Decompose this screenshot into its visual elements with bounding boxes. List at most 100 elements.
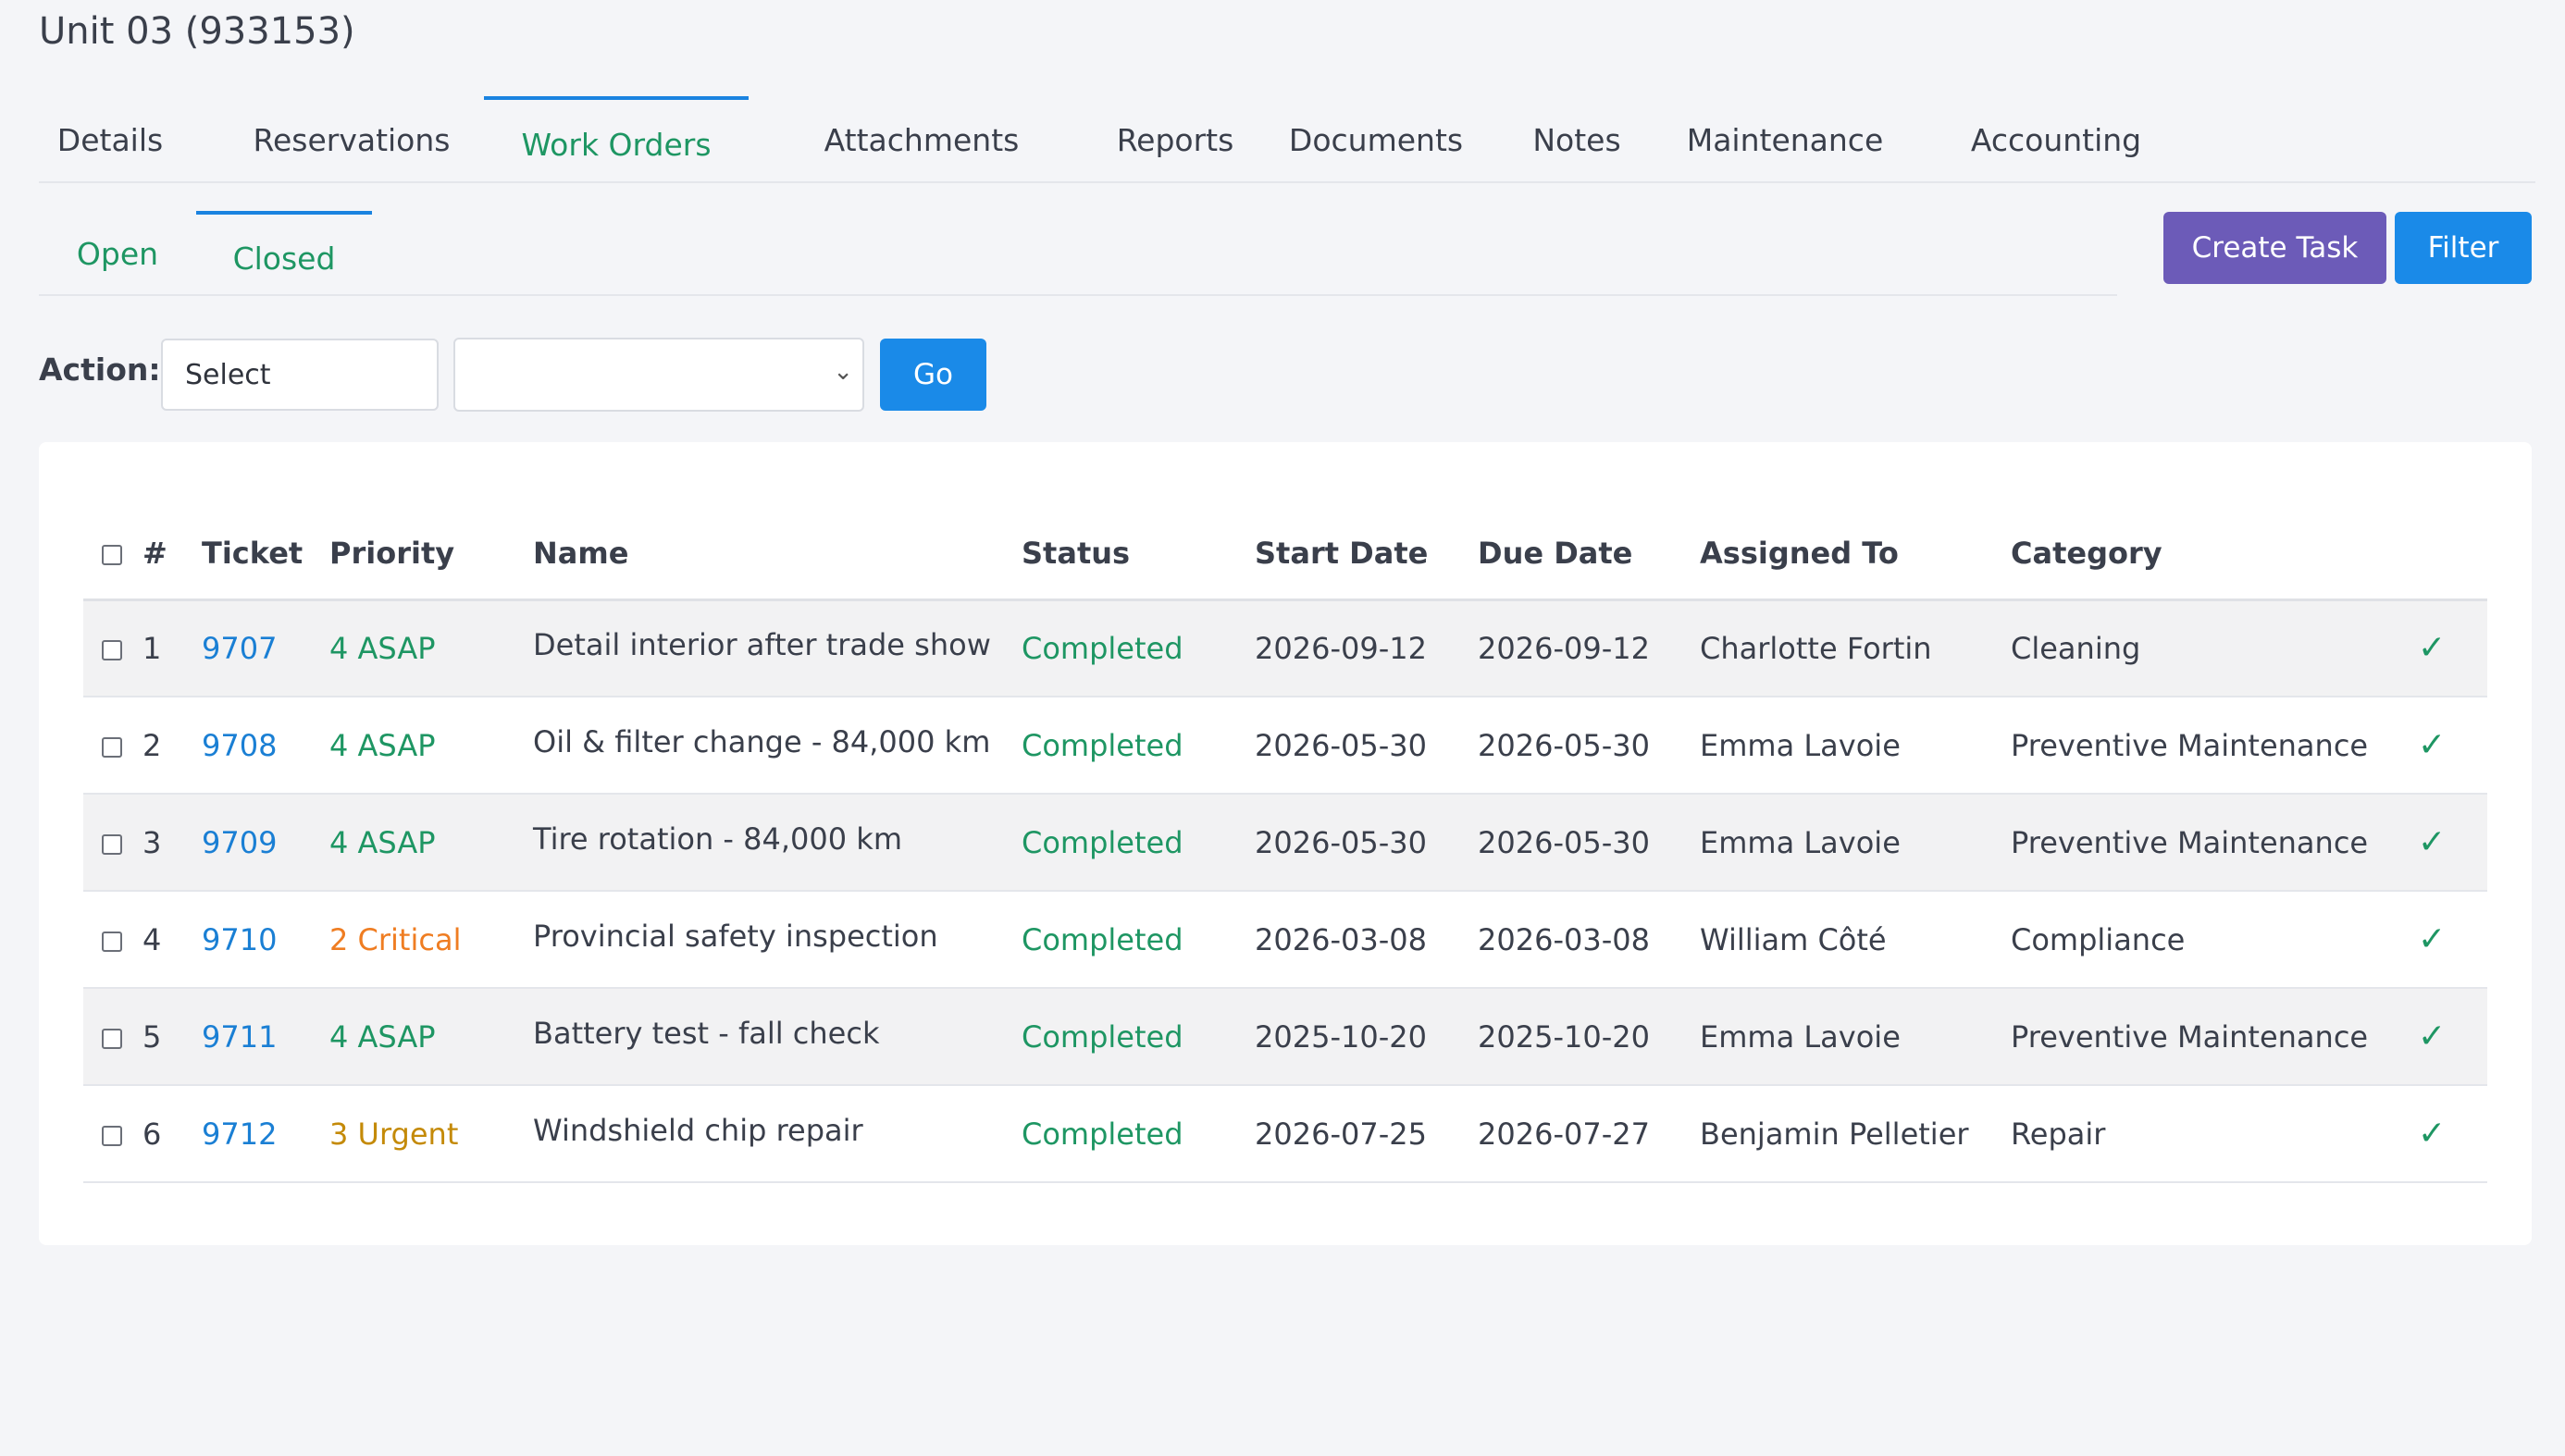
name-cell-td: Detail interior after trade show bbox=[533, 599, 1022, 697]
name-cell: Battery test - fall check bbox=[533, 1015, 880, 1051]
table-row[interactable]: 1 9707 4 ASAP Detail interior after trad… bbox=[83, 599, 2487, 697]
col-status-header[interactable]: Status bbox=[1022, 509, 1255, 601]
row-checkbox[interactable] bbox=[102, 833, 122, 855]
start-date-cell: 2025-10-20 bbox=[1255, 988, 1478, 1086]
due-date-cell: 2026-05-30 bbox=[1478, 697, 1700, 795]
chevron-down-icon: ⌄ bbox=[833, 358, 853, 386]
tab-notes[interactable]: Notes bbox=[1495, 96, 1658, 183]
tab-details[interactable]: Details bbox=[39, 96, 181, 183]
priority-cell: 3 Urgent bbox=[329, 1085, 533, 1183]
tab-reports[interactable]: Reports bbox=[1083, 96, 1268, 183]
category-cell: Cleaning bbox=[2011, 599, 2418, 697]
row-checkbox[interactable] bbox=[102, 931, 122, 952]
start-date-cell: 2026-03-08 bbox=[1255, 891, 1478, 989]
select-all-checkbox[interactable] bbox=[102, 545, 122, 566]
check-icon: ✓ bbox=[2418, 1115, 2447, 1153]
table-row[interactable]: 2 9708 4 ASAP Oil & filter change - 84,0… bbox=[83, 697, 2487, 795]
row-select-cell bbox=[83, 1085, 142, 1183]
ticket-link[interactable]: 9711 bbox=[202, 988, 329, 1086]
table-header-row: # Ticket Priority Name Status Start Date… bbox=[83, 509, 2487, 601]
table-row[interactable]: 5 9711 4 ASAP Battery test - fall check … bbox=[83, 988, 2487, 1086]
row-checkbox[interactable] bbox=[102, 736, 122, 758]
row-num: 4 bbox=[142, 891, 202, 989]
ticket-link[interactable]: 9708 bbox=[202, 697, 329, 795]
priority-cell: 4 ASAP bbox=[329, 599, 533, 697]
check-icon: ✓ bbox=[2418, 920, 2447, 958]
ticket-link[interactable]: 9712 bbox=[202, 1085, 329, 1183]
col-priority-header[interactable]: Priority bbox=[329, 509, 533, 601]
name-cell: Tire rotation - 84,000 km bbox=[533, 821, 902, 857]
status-cell: Completed bbox=[1022, 1085, 1255, 1183]
priority-cell: 4 ASAP bbox=[329, 794, 533, 892]
col-action-header bbox=[2418, 509, 2487, 601]
status-cell: Completed bbox=[1022, 697, 1255, 795]
assigned-cell: William Côté bbox=[1700, 891, 2011, 989]
col-assigned-header[interactable]: Assigned To bbox=[1700, 509, 2011, 601]
tab-maintenance[interactable]: Maintenance bbox=[1642, 96, 1928, 183]
name-cell: Windshield chip repair bbox=[533, 1112, 863, 1148]
check-cell: ✓ bbox=[2418, 1085, 2487, 1183]
row-num: 6 bbox=[142, 1085, 202, 1183]
main-tab-bar: Details Reservations Work Orders Attachm… bbox=[39, 96, 2535, 183]
row-checkbox[interactable] bbox=[102, 1125, 122, 1146]
name-cell-td: Oil & filter change - 84,000 km bbox=[533, 697, 1022, 795]
col-num-header: # bbox=[142, 509, 202, 601]
start-date-cell: 2026-07-25 bbox=[1255, 1085, 1478, 1183]
filter-button[interactable]: Filter bbox=[2395, 212, 2532, 284]
assigned-cell: Emma Lavoie bbox=[1700, 794, 2011, 892]
sub-tab-bar: Open Closed bbox=[39, 211, 2117, 296]
tab-accounting[interactable]: Accounting bbox=[1917, 96, 2195, 183]
check-icon: ✓ bbox=[2418, 1018, 2447, 1055]
work-orders-table: # Ticket Priority Name Status Start Date… bbox=[83, 509, 2487, 1183]
name-cell-td: Battery test - fall check bbox=[533, 988, 1022, 1086]
ticket-link[interactable]: 9709 bbox=[202, 794, 329, 892]
check-cell: ✓ bbox=[2418, 599, 2487, 697]
name-cell-td: Tire rotation - 84,000 km bbox=[533, 794, 1022, 892]
col-start-header[interactable]: Start Date bbox=[1255, 509, 1478, 601]
category-cell: Repair bbox=[2011, 1085, 2418, 1183]
check-cell: ✓ bbox=[2418, 794, 2487, 892]
row-select-cell bbox=[83, 891, 142, 989]
priority-cell: 2 Critical bbox=[329, 891, 533, 989]
row-select-cell bbox=[83, 599, 142, 697]
subtab-open[interactable]: Open bbox=[39, 211, 196, 296]
table-row[interactable]: 6 9712 3 Urgent Windshield chip repair C… bbox=[83, 1085, 2487, 1183]
col-name-header[interactable]: Name bbox=[533, 509, 1022, 601]
due-date-cell: 2026-03-08 bbox=[1478, 891, 1700, 989]
due-date-cell: 2026-09-12 bbox=[1478, 599, 1700, 697]
check-icon: ✓ bbox=[2418, 726, 2447, 764]
row-num: 2 bbox=[142, 697, 202, 795]
category-cell: Preventive Maintenance bbox=[2011, 794, 2418, 892]
check-cell: ✓ bbox=[2418, 697, 2487, 795]
col-due-header[interactable]: Due Date bbox=[1478, 509, 1700, 601]
status-cell: Completed bbox=[1022, 599, 1255, 697]
tab-reservations[interactable]: Reservations bbox=[215, 96, 489, 183]
subtab-closed[interactable]: Closed bbox=[196, 211, 372, 296]
priority-cell: 4 ASAP bbox=[329, 988, 533, 1086]
tab-documents[interactable]: Documents bbox=[1242, 96, 1510, 183]
action-select-input[interactable]: Select bbox=[161, 339, 439, 411]
create-task-button[interactable]: Create Task bbox=[2163, 212, 2386, 284]
table-row[interactable]: 3 9709 4 ASAP Tire rotation - 84,000 km … bbox=[83, 794, 2487, 892]
table-row[interactable]: 4 9710 2 Critical Provincial safety insp… bbox=[83, 891, 2487, 989]
name-cell: Provincial safety inspection bbox=[533, 918, 938, 954]
action-dropdown[interactable]: ⌄ bbox=[453, 338, 864, 412]
check-cell: ✓ bbox=[2418, 988, 2487, 1086]
assigned-cell: Emma Lavoie bbox=[1700, 697, 2011, 795]
category-cell: Preventive Maintenance bbox=[2011, 697, 2418, 795]
category-cell: Preventive Maintenance bbox=[2011, 988, 2418, 1086]
go-button[interactable]: Go bbox=[880, 339, 986, 411]
ticket-link[interactable]: 9707 bbox=[202, 599, 329, 697]
col-ticket-header[interactable]: Ticket bbox=[202, 509, 329, 601]
category-cell: Compliance bbox=[2011, 891, 2418, 989]
row-checkbox[interactable] bbox=[102, 639, 122, 660]
col-category-header[interactable]: Category bbox=[2011, 509, 2418, 601]
start-date-cell: 2026-05-30 bbox=[1255, 794, 1478, 892]
status-cell: Completed bbox=[1022, 794, 1255, 892]
action-label: Action: bbox=[39, 352, 161, 388]
ticket-link[interactable]: 9710 bbox=[202, 891, 329, 989]
tab-attachments[interactable]: Attachments bbox=[775, 96, 1068, 183]
start-date-cell: 2026-05-30 bbox=[1255, 697, 1478, 795]
tab-work-orders[interactable]: Work Orders bbox=[484, 96, 749, 183]
row-checkbox[interactable] bbox=[102, 1028, 122, 1049]
